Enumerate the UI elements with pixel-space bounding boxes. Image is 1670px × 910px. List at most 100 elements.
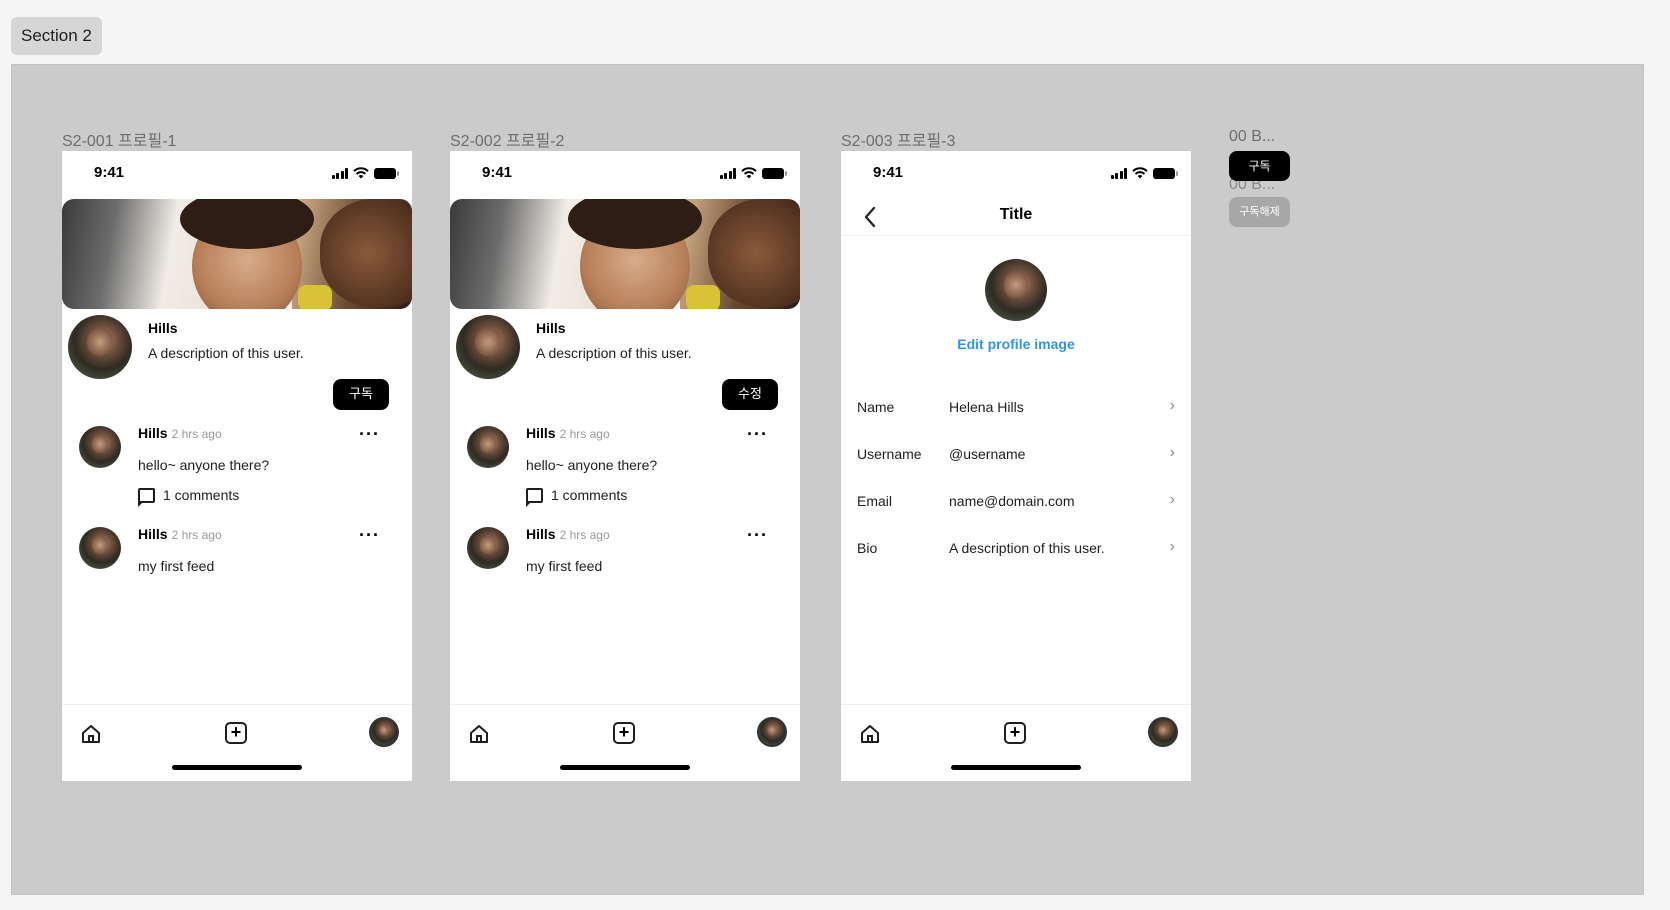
component-label[interactable]: 00 B... [1229, 128, 1275, 146]
home-icon[interactable] [468, 723, 490, 745]
comment-icon [138, 487, 155, 507]
battery-icon [374, 167, 399, 179]
add-post-icon[interactable]: + [1004, 722, 1026, 744]
phone-frame-3: 9:41 Title Edit profile image Name Helen… [841, 151, 1191, 781]
tab-profile-avatar[interactable] [757, 717, 787, 747]
subscribe-button-component[interactable]: 구독 [1229, 151, 1290, 181]
wifi-icon [741, 167, 757, 179]
profile-description: A description of this user. [148, 345, 304, 361]
signal-icon [1110, 167, 1127, 179]
page-title: Title [999, 206, 1033, 223]
status-bar: 9:41 [62, 151, 412, 197]
post-time: 2 hrs ago [559, 427, 610, 441]
signal-icon [719, 167, 736, 179]
post-author: Hills 2 hrs ago [138, 425, 222, 441]
comments-count: 1 comments [163, 487, 240, 503]
post-text: my first feed [138, 558, 215, 574]
tab-profile-avatar[interactable] [369, 717, 399, 747]
home-indicator [560, 765, 690, 770]
comments-count: 1 comments [551, 487, 628, 503]
status-bar: 9:41 [450, 151, 800, 197]
section-tag[interactable]: Section 2 [11, 17, 102, 55]
signal-icon [331, 167, 348, 179]
cover-image [62, 199, 412, 309]
post-avatar [79, 527, 121, 569]
post-time: 2 hrs ago [559, 528, 610, 542]
post-text: hello~ anyone there? [526, 457, 658, 473]
post-avatar [467, 527, 509, 569]
post-author: Hills 2 hrs ago [526, 425, 610, 441]
status-time: 9:41 [482, 164, 513, 181]
cover-adult-shape [320, 199, 412, 307]
add-post-icon[interactable]: + [613, 722, 635, 744]
chevron-right-icon: › [1169, 538, 1175, 555]
more-options-icon[interactable]: ··· [747, 526, 768, 544]
cover-detail [686, 285, 720, 309]
unsubscribe-button-component[interactable]: 구독해제 [1229, 197, 1290, 227]
profile-description: A description of this user. [536, 345, 692, 361]
status-bar: 9:41 [841, 151, 1191, 197]
more-options-icon[interactable]: ··· [747, 425, 768, 443]
cover-detail [298, 285, 332, 309]
post-time: 2 hrs ago [171, 528, 222, 542]
profile-avatar [456, 315, 520, 379]
post-text: hello~ anyone there? [138, 457, 270, 473]
frame-label-3[interactable]: S2-003 프로필-3 [841, 127, 955, 151]
status-icons [1110, 166, 1178, 180]
profile-name: Hills [536, 320, 566, 336]
status-icons [719, 166, 787, 180]
post-author: Hills 2 hrs ago [526, 526, 610, 542]
post-author: Hills 2 hrs ago [138, 526, 222, 542]
cover-image [450, 199, 800, 309]
row-value: A description of this user. [949, 540, 1105, 556]
phone-frame-2: 9:41 Hills A description of this user. 수… [450, 151, 800, 781]
row-value: @username [949, 446, 1026, 462]
row-value: name@domain.com [949, 493, 1075, 509]
profile-image[interactable] [985, 259, 1047, 321]
edit-profile-button[interactable]: 수정 [722, 379, 778, 410]
cover-adult-shape [708, 199, 800, 307]
row-label: Bio [857, 540, 878, 556]
home-icon[interactable] [859, 723, 881, 745]
post-time: 2 hrs ago [171, 427, 222, 441]
post-author-name: Hills [138, 526, 168, 542]
post-avatar [467, 426, 509, 468]
row-label: Username [857, 446, 922, 462]
header-divider [841, 235, 1191, 236]
add-post-icon[interactable]: + [225, 722, 247, 744]
status-icons [331, 166, 399, 180]
post-author-name: Hills [526, 526, 556, 542]
post-avatar [79, 426, 121, 468]
row-label: Name [857, 399, 895, 415]
status-time: 9:41 [873, 164, 904, 181]
status-time: 9:41 [94, 164, 125, 181]
chevron-right-icon: › [1169, 491, 1175, 508]
wifi-icon [1132, 167, 1148, 179]
subscribe-button[interactable]: 구독 [333, 379, 389, 410]
phone-frame-1: 9:41 Hills A description of this user. 구… [62, 151, 412, 781]
battery-icon [762, 167, 787, 179]
post-author-name: Hills [138, 425, 168, 441]
row-label: Email [857, 493, 893, 509]
post-author-name: Hills [526, 425, 556, 441]
profile-avatar [68, 315, 132, 379]
comments-link[interactable]: 1 comments [138, 487, 240, 507]
more-options-icon[interactable]: ··· [359, 526, 380, 544]
edit-profile-image-link[interactable]: Edit profile image [841, 336, 1191, 352]
battery-icon [1153, 167, 1178, 179]
row-value: Helena Hills [949, 399, 1024, 415]
tab-profile-avatar[interactable] [1148, 717, 1178, 747]
home-indicator [172, 765, 302, 770]
more-options-icon[interactable]: ··· [359, 425, 380, 443]
frame-label-2[interactable]: S2-002 프로필-2 [450, 127, 564, 151]
comments-link[interactable]: 1 comments [526, 487, 628, 507]
comment-icon [526, 487, 543, 507]
home-indicator [951, 765, 1081, 770]
frame-label-1[interactable]: S2-001 프로필-1 [62, 127, 176, 151]
profile-name: Hills [148, 320, 178, 336]
wifi-icon [353, 167, 369, 179]
home-icon[interactable] [80, 723, 102, 745]
chevron-right-icon: › [1169, 397, 1175, 414]
chevron-right-icon: › [1169, 444, 1175, 461]
post-text: my first feed [526, 558, 603, 574]
